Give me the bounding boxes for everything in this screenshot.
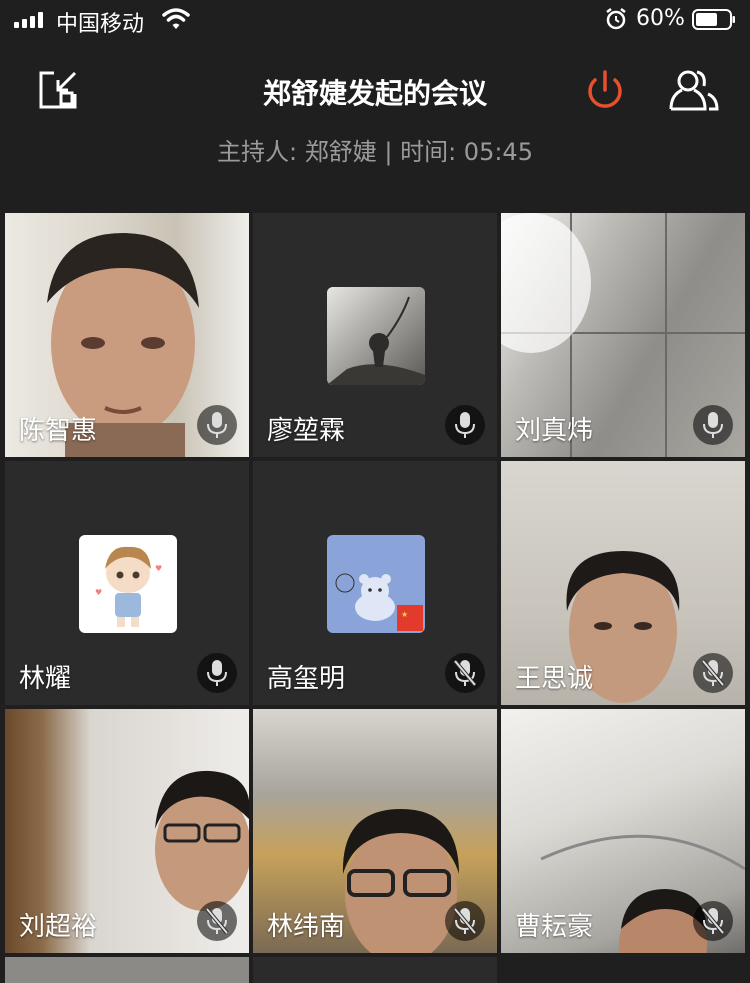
avatar [327, 287, 425, 385]
participant-name: 林耀 [19, 664, 72, 694]
participant-name: 曹耘豪 [515, 912, 594, 942]
participant-name: 刘超裕 [19, 912, 98, 942]
mic-icon [197, 405, 237, 445]
svg-text:♥: ♥ [95, 588, 102, 597]
meeting-title: 郑舒婕发起的会议 [262, 77, 487, 110]
participant-tile[interactable]: ★ 高玺明 [253, 461, 497, 705]
participant-name: 高玺明 [267, 664, 346, 694]
mic-muted-icon [445, 901, 485, 941]
participant-tile[interactable]: 廖堃霖 [253, 213, 497, 457]
mic-icon [445, 405, 485, 445]
battery-percent: 60% [636, 6, 685, 31]
participant-tile[interactable]: 林纬南 [253, 709, 497, 953]
avatar: ★ [327, 535, 425, 633]
meeting-header: 郑舒婕发起的会议 主持人: 郑舒婕 | 时间: 05:45 [0, 40, 750, 212]
participant-name: 刘真炜 [515, 416, 594, 446]
participant-tile-partial[interactable] [5, 957, 249, 983]
mic-muted-icon [445, 653, 485, 693]
participant-tile[interactable]: 曹耘豪 [501, 709, 745, 953]
signal-icon [14, 12, 46, 28]
participant-tile-partial[interactable] [253, 957, 497, 983]
svg-text:♥: ♥ [155, 564, 162, 573]
participant-name: 陈智惠 [19, 416, 98, 446]
status-bar: 中国移动 60% [0, 0, 750, 40]
members-icon[interactable] [668, 68, 720, 112]
carrier-label: 中国移动 [56, 12, 145, 37]
mic-icon [197, 653, 237, 693]
battery-icon [692, 9, 735, 30]
svg-text:★: ★ [401, 610, 408, 619]
participant-tile[interactable]: ♥ ♥ 林耀 [5, 461, 249, 705]
avatar: ♥ ♥ [79, 535, 177, 633]
participant-tile[interactable]: 刘超裕 [5, 709, 249, 953]
mic-muted-icon [693, 653, 733, 693]
participant-name: 林纬南 [267, 912, 346, 942]
participant-name: 廖堃霖 [267, 416, 346, 446]
participant-name: 王思诚 [515, 664, 594, 694]
wifi-icon [162, 8, 190, 29]
mic-muted-icon [197, 901, 237, 941]
alarm-icon [606, 8, 626, 30]
mic-muted-icon [693, 901, 733, 941]
participant-tile[interactable]: 陈智惠 [5, 213, 249, 457]
meeting-subtitle: 主持人: 郑舒婕 | 时间: 05:45 [217, 138, 533, 166]
participant-grid: 陈智惠 廖堃霖 刘真炜 ♥ ♥ 林耀 ★ 高玺明 王思诚 刘超裕 林纬南 曹耘豪 [0, 212, 750, 983]
participant-tile[interactable]: 王思诚 [501, 461, 745, 705]
mic-icon [693, 405, 733, 445]
power-icon[interactable] [584, 70, 626, 112]
participant-tile[interactable]: 刘真炜 [501, 213, 745, 457]
